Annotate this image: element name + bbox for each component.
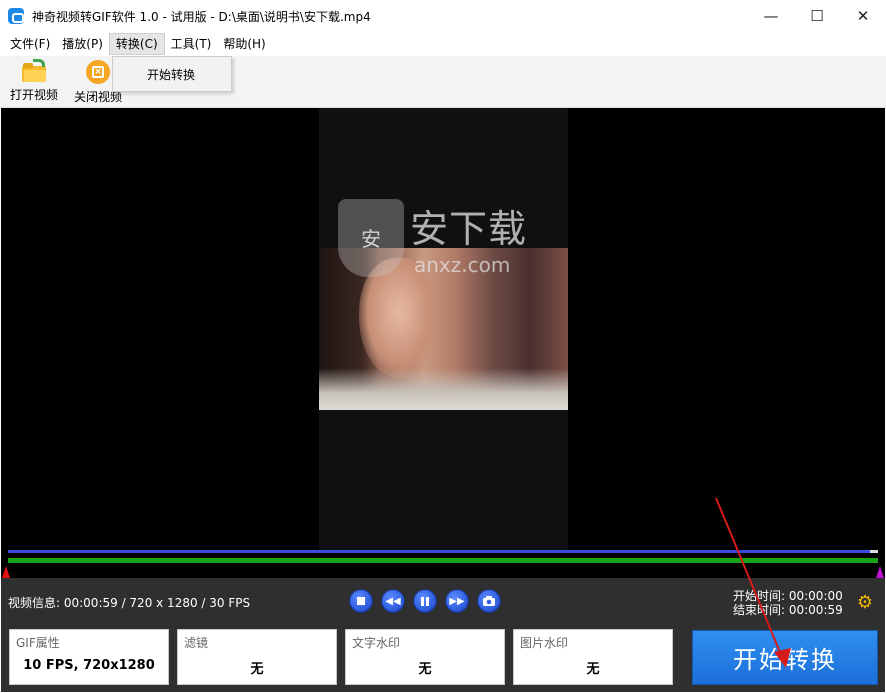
gear-icon[interactable]: ⚙ [856, 594, 874, 612]
image-watermark-box[interactable]: 图片水印 无 [513, 629, 673, 685]
video-info: 视频信息: 00:00:59 / 720 x 1280 / 30 FPS [8, 596, 251, 610]
gif-properties-box[interactable]: GIF属性 10 FPS, 720x1280 [9, 629, 169, 685]
timeline-progress-track[interactable] [8, 550, 878, 553]
start-marker-handle[interactable] [2, 566, 10, 578]
fast-forward-button[interactable]: ▶▶ [445, 589, 469, 613]
dropdown-start-convert[interactable]: 开始转换 [147, 66, 195, 83]
open-video-button[interactable]: 打开视频 [10, 59, 59, 103]
watermark-domain: anxz.com [414, 253, 511, 277]
pause-button[interactable] [413, 589, 437, 613]
menu-file[interactable]: 文件(F) [4, 33, 56, 55]
rewind-icon: ◀◀ [385, 595, 401, 607]
fast-forward-icon: ▶▶ [449, 595, 465, 607]
gif-properties-title: GIF属性 [16, 636, 60, 650]
menu-help[interactable]: 帮助(H) [217, 33, 271, 55]
menu-convert[interactable]: 转换(C) [108, 33, 165, 55]
image-watermark-value: 无 [586, 662, 600, 677]
convert-dropdown-menu: 开始转换 [112, 56, 232, 92]
title-bar: 神奇视频转GIF软件 1.0 - 试用版 - D:\桌面\说明书\安下载.mp4… [0, 0, 886, 32]
text-watermark-title: 文字水印 [352, 636, 401, 650]
menu-bar: 文件(F) 播放(P) 转换(C) 工具(T) 帮助(H) [0, 32, 886, 56]
stop-icon [357, 597, 365, 605]
open-video-label: 打开视频 [10, 88, 59, 102]
open-folder-icon [22, 59, 46, 82]
menu-play[interactable]: 播放(P) [56, 33, 109, 55]
close-video-icon: × [86, 60, 110, 84]
gif-properties-value: 10 FPS, 720x1280 [23, 658, 155, 673]
rewind-button[interactable]: ◀◀ [381, 589, 405, 613]
timeline-range-track[interactable] [8, 558, 878, 563]
watermark-shield-icon: 安 [338, 198, 404, 277]
minimize-button[interactable]: — [748, 0, 794, 32]
stop-button[interactable] [349, 589, 373, 613]
app-icon [8, 8, 24, 24]
close-button[interactable]: ✕ [840, 0, 886, 32]
video-preview [1, 108, 885, 578]
timeline-track-end [870, 550, 878, 553]
image-watermark-title: 图片水印 [520, 636, 569, 650]
end-time-label: 结束时间: 00:00:59 [733, 603, 843, 617]
snapshot-button[interactable] [477, 589, 501, 613]
menu-tools[interactable]: 工具(T) [165, 33, 218, 55]
text-watermark-box[interactable]: 文字水印 无 [345, 629, 505, 685]
maximize-button[interactable]: ☐ [794, 0, 840, 32]
filter-box[interactable]: 滤镜 无 [177, 629, 337, 685]
end-marker-handle[interactable] [876, 566, 884, 578]
filter-title: 滤镜 [184, 636, 209, 650]
site-watermark: 安 安下载 anxz.com [338, 198, 527, 277]
window-title: 神奇视频转GIF软件 1.0 - 试用版 - D:\桌面\说明书\安下载.mp4 [32, 9, 371, 24]
watermark-shield-text: 安 [361, 227, 381, 251]
text-watermark-value: 无 [418, 662, 432, 677]
pause-icon [421, 596, 429, 606]
window-controls: — ☐ ✕ [748, 0, 886, 32]
start-convert-button[interactable]: 开始转换 [692, 630, 878, 685]
filter-value: 无 [250, 662, 264, 677]
watermark-brand: 安下载 [410, 207, 528, 251]
camera-icon [483, 596, 495, 606]
